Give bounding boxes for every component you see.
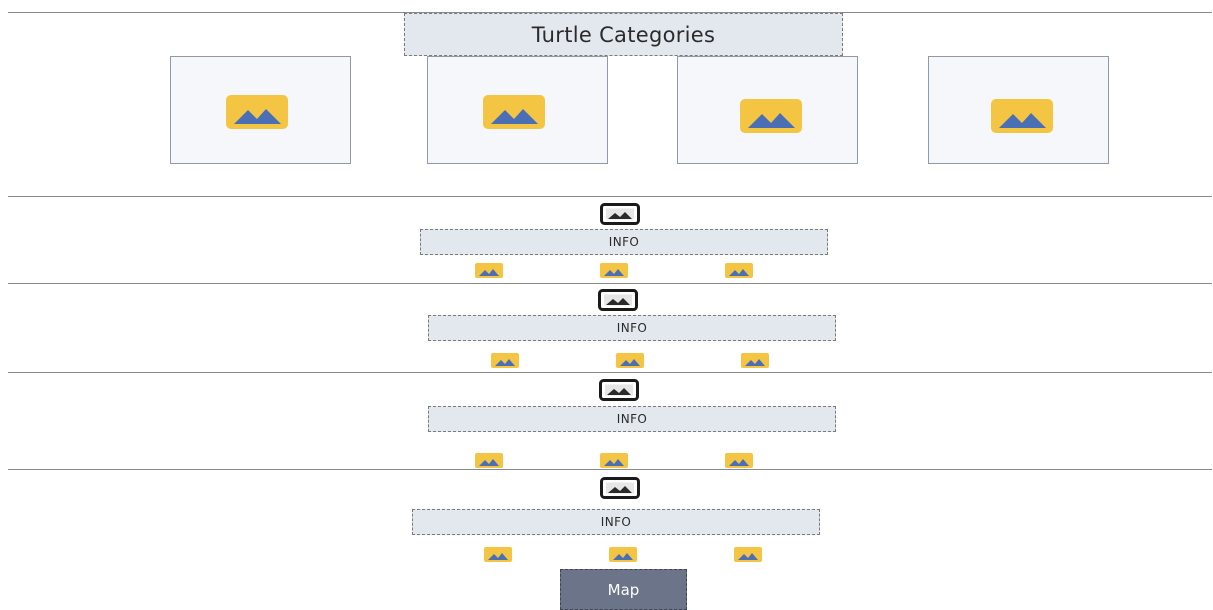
thumbnail-image-icon[interactable]: [475, 263, 503, 278]
section-divider: [8, 283, 1212, 284]
photo-icon: [600, 203, 640, 225]
section-divider: [8, 196, 1212, 197]
category-card-1[interactable]: [170, 56, 351, 164]
thumbnail-image-icon[interactable]: [609, 547, 637, 562]
info-label: INFO: [600, 515, 632, 529]
thumbnail-image-icon[interactable]: [725, 453, 753, 468]
page-title: Turtle Categories: [404, 13, 843, 56]
info-box-4: INFO: [412, 509, 820, 535]
thumbnail-image-icon[interactable]: [600, 453, 628, 468]
thumbnail-image-icon[interactable]: [600, 263, 628, 278]
page-title-text: Turtle Categories: [531, 22, 716, 47]
thumbnail-image-icon[interactable]: [741, 353, 769, 368]
category-card-3[interactable]: [677, 56, 858, 164]
info-label: INFO: [608, 235, 640, 249]
image-placeholder-icon: [991, 99, 1053, 133]
thumbnail-image-icon[interactable]: [491, 353, 519, 368]
photo-icon: [599, 379, 639, 401]
map-button-label: Map: [607, 580, 640, 599]
info-box-1: INFO: [420, 229, 828, 255]
thumbnail-image-icon[interactable]: [734, 547, 762, 562]
photo-icon: [600, 477, 640, 499]
thumbnail-image-icon[interactable]: [616, 353, 644, 368]
category-card-2[interactable]: [427, 56, 608, 164]
section-divider: [8, 469, 1212, 470]
image-placeholder-icon: [226, 95, 288, 129]
info-box-3: INFO: [428, 406, 836, 432]
photo-icon: [598, 289, 638, 311]
section-divider: [8, 372, 1212, 373]
thumbnail-image-icon[interactable]: [475, 453, 503, 468]
info-label: INFO: [616, 321, 648, 335]
info-box-2: INFO: [428, 315, 836, 341]
image-placeholder-icon: [740, 99, 802, 133]
category-card-4[interactable]: [928, 56, 1109, 164]
info-label: INFO: [616, 412, 648, 426]
map-button[interactable]: Map: [560, 569, 687, 610]
thumbnail-image-icon[interactable]: [484, 547, 512, 562]
image-placeholder-icon: [483, 95, 545, 129]
thumbnail-image-icon[interactable]: [725, 263, 753, 278]
